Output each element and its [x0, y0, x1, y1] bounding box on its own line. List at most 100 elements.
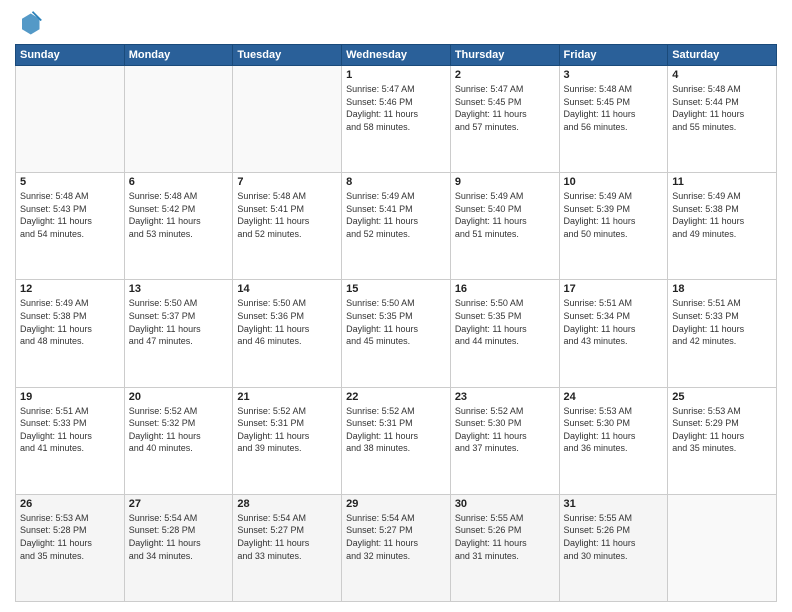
calendar-week: 12 Sunrise: 5:49 AM Sunset: 5:38 PM Dayli…	[16, 280, 777, 387]
calendar-cell: 18 Sunrise: 5:51 AM Sunset: 5:33 PM Dayli…	[668, 280, 777, 387]
day-number: 19	[20, 391, 120, 403]
day-info: Sunrise: 5:49 AM Sunset: 5:39 PM Dayligh…	[564, 190, 664, 240]
calendar-cell: 22Sunrise: 5:52 AM Sunset: 5:31 PM Dayli…	[342, 387, 451, 494]
calendar-cell: 26Sunrise: 5:53 AM Sunset: 5:28 PM Dayli…	[16, 494, 125, 601]
weekday-row: SundayMondayTuesdayWednesdayThursdayFrid…	[16, 45, 777, 66]
calendar-cell: 10 Sunrise: 5:49 AM Sunset: 5:39 PM Dayli…	[559, 173, 668, 280]
day-info: Sunrise: 5:54 AM Sunset: 5:27 PM Dayligh…	[346, 512, 446, 562]
day-number: 8	[346, 176, 446, 188]
day-number: 18	[672, 283, 772, 295]
calendar-cell: 21Sunrise: 5:52 AM Sunset: 5:31 PM Dayli…	[233, 387, 342, 494]
day-info: Sunrise: 5:53 AM Sunset: 5:29 PM Dayligh…	[672, 405, 772, 455]
logo	[15, 10, 47, 38]
calendar-cell: 1 Sunrise: 5:47 AM Sunset: 5:46 PM Daylig…	[342, 66, 451, 173]
day-number: 3	[564, 69, 664, 81]
day-number: 4	[672, 69, 772, 81]
day-number: 16	[455, 283, 555, 295]
calendar-cell	[233, 66, 342, 173]
calendar-cell: 6 Sunrise: 5:48 AM Sunset: 5:42 PM Daylig…	[124, 173, 233, 280]
day-number: 23	[455, 391, 555, 403]
day-number: 12	[20, 283, 120, 295]
weekday-header: Saturday	[668, 45, 777, 66]
calendar-table: SundayMondayTuesdayWednesdayThursdayFrid…	[15, 44, 777, 602]
day-info: Sunrise: 5:53 AM Sunset: 5:30 PM Dayligh…	[564, 405, 664, 455]
day-info: Sunrise: 5:51 AM Sunset: 5:34 PM Dayligh…	[564, 297, 664, 347]
weekday-header: Tuesday	[233, 45, 342, 66]
day-info: Sunrise: 5:48 AM Sunset: 5:45 PM Dayligh…	[564, 83, 664, 133]
header	[15, 10, 777, 38]
day-number: 20	[129, 391, 229, 403]
day-info: Sunrise: 5:51 AM Sunset: 5:33 PM Dayligh…	[20, 405, 120, 455]
calendar-cell: 3 Sunrise: 5:48 AM Sunset: 5:45 PM Daylig…	[559, 66, 668, 173]
day-info: Sunrise: 5:49 AM Sunset: 5:40 PM Dayligh…	[455, 190, 555, 240]
day-info: Sunrise: 5:48 AM Sunset: 5:42 PM Dayligh…	[129, 190, 229, 240]
day-info: Sunrise: 5:52 AM Sunset: 5:30 PM Dayligh…	[455, 405, 555, 455]
calendar-cell	[668, 494, 777, 601]
calendar-week: 1 Sunrise: 5:47 AM Sunset: 5:46 PM Daylig…	[16, 66, 777, 173]
day-info: Sunrise: 5:50 AM Sunset: 5:35 PM Dayligh…	[455, 297, 555, 347]
day-number: 11	[672, 176, 772, 188]
weekday-header: Sunday	[16, 45, 125, 66]
calendar-week: 26Sunrise: 5:53 AM Sunset: 5:28 PM Dayli…	[16, 494, 777, 601]
calendar-cell	[16, 66, 125, 173]
calendar-cell: 13 Sunrise: 5:50 AM Sunset: 5:37 PM Dayli…	[124, 280, 233, 387]
calendar-cell: 17 Sunrise: 5:51 AM Sunset: 5:34 PM Dayli…	[559, 280, 668, 387]
day-info: Sunrise: 5:51 AM Sunset: 5:33 PM Dayligh…	[672, 297, 772, 347]
calendar-cell: 14 Sunrise: 5:50 AM Sunset: 5:36 PM Dayli…	[233, 280, 342, 387]
day-number: 6	[129, 176, 229, 188]
day-number: 28	[237, 498, 337, 510]
calendar-cell: 24Sunrise: 5:53 AM Sunset: 5:30 PM Dayli…	[559, 387, 668, 494]
day-info: Sunrise: 5:49 AM Sunset: 5:41 PM Dayligh…	[346, 190, 446, 240]
day-info: Sunrise: 5:55 AM Sunset: 5:26 PM Dayligh…	[455, 512, 555, 562]
calendar-cell: 28 Sunrise: 5:54 AM Sunset: 5:27 PM Dayli…	[233, 494, 342, 601]
calendar-cell: 5Sunrise: 5:48 AM Sunset: 5:43 PM Daylig…	[16, 173, 125, 280]
day-number: 10	[564, 176, 664, 188]
day-number: 30	[455, 498, 555, 510]
day-number: 7	[237, 176, 337, 188]
calendar-cell: 8 Sunrise: 5:49 AM Sunset: 5:41 PM Daylig…	[342, 173, 451, 280]
calendar-cell: 19 Sunrise: 5:51 AM Sunset: 5:33 PM Dayli…	[16, 387, 125, 494]
day-info: Sunrise: 5:49 AM Sunset: 5:38 PM Dayligh…	[672, 190, 772, 240]
calendar-cell: 7Sunrise: 5:48 AM Sunset: 5:41 PM Daylig…	[233, 173, 342, 280]
day-info: Sunrise: 5:54 AM Sunset: 5:28 PM Dayligh…	[129, 512, 229, 562]
calendar-cell: 23 Sunrise: 5:52 AM Sunset: 5:30 PM Dayli…	[450, 387, 559, 494]
day-info: Sunrise: 5:48 AM Sunset: 5:44 PM Dayligh…	[672, 83, 772, 133]
day-info: Sunrise: 5:47 AM Sunset: 5:45 PM Dayligh…	[455, 83, 555, 133]
calendar-cell: 12 Sunrise: 5:49 AM Sunset: 5:38 PM Dayli…	[16, 280, 125, 387]
calendar-cell: 15Sunrise: 5:50 AM Sunset: 5:35 PM Dayli…	[342, 280, 451, 387]
day-number: 25	[672, 391, 772, 403]
calendar-cell: 2 Sunrise: 5:47 AM Sunset: 5:45 PM Daylig…	[450, 66, 559, 173]
day-number: 13	[129, 283, 229, 295]
day-number: 17	[564, 283, 664, 295]
day-info: Sunrise: 5:50 AM Sunset: 5:35 PM Dayligh…	[346, 297, 446, 347]
weekday-header: Wednesday	[342, 45, 451, 66]
day-info: Sunrise: 5:50 AM Sunset: 5:36 PM Dayligh…	[237, 297, 337, 347]
calendar-cell: 30 Sunrise: 5:55 AM Sunset: 5:26 PM Dayli…	[450, 494, 559, 601]
calendar-cell: 11 Sunrise: 5:49 AM Sunset: 5:38 PM Dayli…	[668, 173, 777, 280]
calendar-cell	[124, 66, 233, 173]
day-info: Sunrise: 5:49 AM Sunset: 5:38 PM Dayligh…	[20, 297, 120, 347]
day-info: Sunrise: 5:50 AM Sunset: 5:37 PM Dayligh…	[129, 297, 229, 347]
day-number: 2	[455, 69, 555, 81]
day-info: Sunrise: 5:47 AM Sunset: 5:46 PM Dayligh…	[346, 83, 446, 133]
day-number: 22	[346, 391, 446, 403]
weekday-header: Thursday	[450, 45, 559, 66]
calendar-cell: 20Sunrise: 5:52 AM Sunset: 5:32 PM Dayli…	[124, 387, 233, 494]
day-info: Sunrise: 5:52 AM Sunset: 5:31 PM Dayligh…	[237, 405, 337, 455]
day-info: Sunrise: 5:53 AM Sunset: 5:28 PM Dayligh…	[20, 512, 120, 562]
calendar-header: SundayMondayTuesdayWednesdayThursdayFrid…	[16, 45, 777, 66]
calendar-cell: 25 Sunrise: 5:53 AM Sunset: 5:29 PM Dayli…	[668, 387, 777, 494]
day-number: 1	[346, 69, 446, 81]
page: SundayMondayTuesdayWednesdayThursdayFrid…	[0, 0, 792, 612]
day-info: Sunrise: 5:54 AM Sunset: 5:27 PM Dayligh…	[237, 512, 337, 562]
calendar-cell: 16 Sunrise: 5:50 AM Sunset: 5:35 PM Dayli…	[450, 280, 559, 387]
weekday-header: Friday	[559, 45, 668, 66]
day-number: 9	[455, 176, 555, 188]
calendar-body: 1 Sunrise: 5:47 AM Sunset: 5:46 PM Daylig…	[16, 66, 777, 602]
day-number: 29	[346, 498, 446, 510]
day-number: 27	[129, 498, 229, 510]
day-number: 14	[237, 283, 337, 295]
calendar-cell: 27 Sunrise: 5:54 AM Sunset: 5:28 PM Dayli…	[124, 494, 233, 601]
calendar-cell: 4 Sunrise: 5:48 AM Sunset: 5:44 PM Daylig…	[668, 66, 777, 173]
day-info: Sunrise: 5:48 AM Sunset: 5:43 PM Dayligh…	[20, 190, 120, 240]
